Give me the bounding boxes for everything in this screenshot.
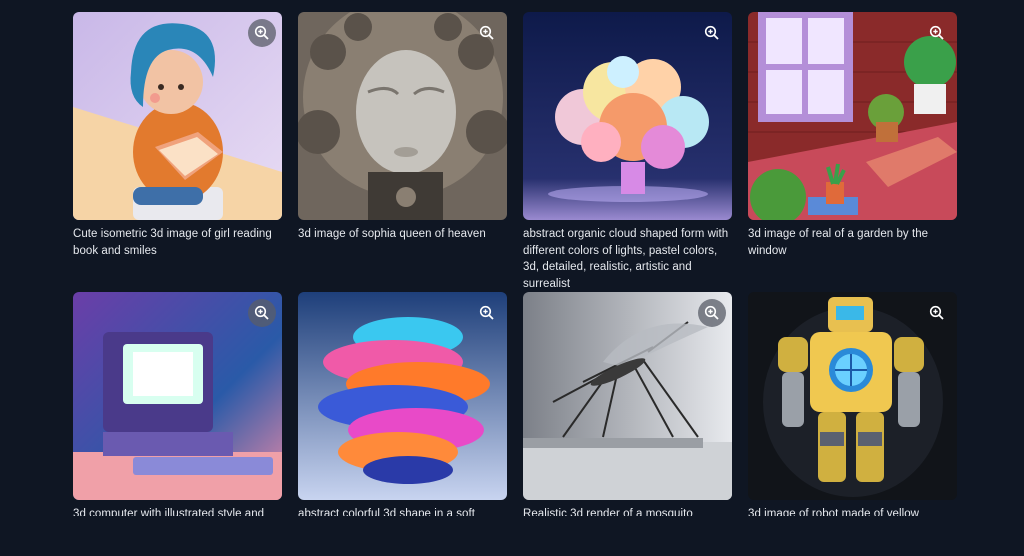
gallery-card[interactable]: 3d image of real of a garden by the wind…: [748, 12, 957, 276]
zoom-button[interactable]: [248, 299, 276, 327]
card-image[interactable]: [298, 12, 507, 220]
card-caption: 3d image of real of a garden by the wind…: [748, 228, 929, 257]
card-image[interactable]: [73, 292, 282, 500]
gallery-card[interactable]: abstract organic cloud shaped form with …: [523, 12, 732, 290]
zoom-in-icon: [479, 25, 495, 41]
gallery-card[interactable]: 3d computer with illustrated style and h…: [73, 292, 282, 556]
zoom-in-icon: [254, 305, 270, 321]
zoom-in-icon: [704, 305, 720, 321]
card-image[interactable]: [298, 292, 507, 500]
gallery-card[interactable]: 3d image of robot made of yellow: [748, 292, 957, 556]
zoom-button[interactable]: [698, 299, 726, 327]
card-caption: 3d computer with illustrated style and h…: [73, 508, 265, 516]
card-image[interactable]: [748, 292, 957, 500]
zoom-in-icon: [929, 305, 945, 321]
zoom-button[interactable]: [248, 19, 276, 47]
card-caption: 3d image of robot made of yellow: [748, 508, 919, 516]
zoom-button[interactable]: [923, 299, 951, 327]
gallery-card[interactable]: abstract colorful 3d shape in a soft: [298, 292, 507, 556]
card-caption: Cute isometric 3d image of girl reading …: [73, 228, 272, 257]
card-caption: abstract colorful 3d shape in a soft: [298, 508, 475, 516]
zoom-in-icon: [254, 25, 270, 41]
card-caption: Realistic 3d render of a mosquito: [523, 508, 693, 516]
zoom-button[interactable]: [473, 19, 501, 47]
zoom-in-icon: [704, 25, 720, 41]
zoom-in-icon: [479, 305, 495, 321]
card-caption: 3d image of sophia queen of heaven: [298, 228, 486, 240]
gallery-card[interactable]: 3d image of sophia queen of heaven: [298, 12, 507, 276]
card-image[interactable]: [523, 12, 732, 220]
zoom-button[interactable]: [923, 19, 951, 47]
card-image[interactable]: [523, 292, 732, 500]
card-image[interactable]: [748, 12, 957, 220]
zoom-button[interactable]: [698, 19, 726, 47]
card-image[interactable]: [73, 12, 282, 220]
card-caption: abstract organic cloud shaped form with …: [523, 228, 729, 290]
zoom-in-icon: [929, 25, 945, 41]
image-gallery: Cute isometric 3d image of girl reading …: [73, 12, 957, 556]
gallery-card[interactable]: Cute isometric 3d image of girl reading …: [73, 12, 282, 276]
gallery-card[interactable]: Realistic 3d render of a mosquito: [523, 292, 732, 556]
zoom-button[interactable]: [473, 299, 501, 327]
